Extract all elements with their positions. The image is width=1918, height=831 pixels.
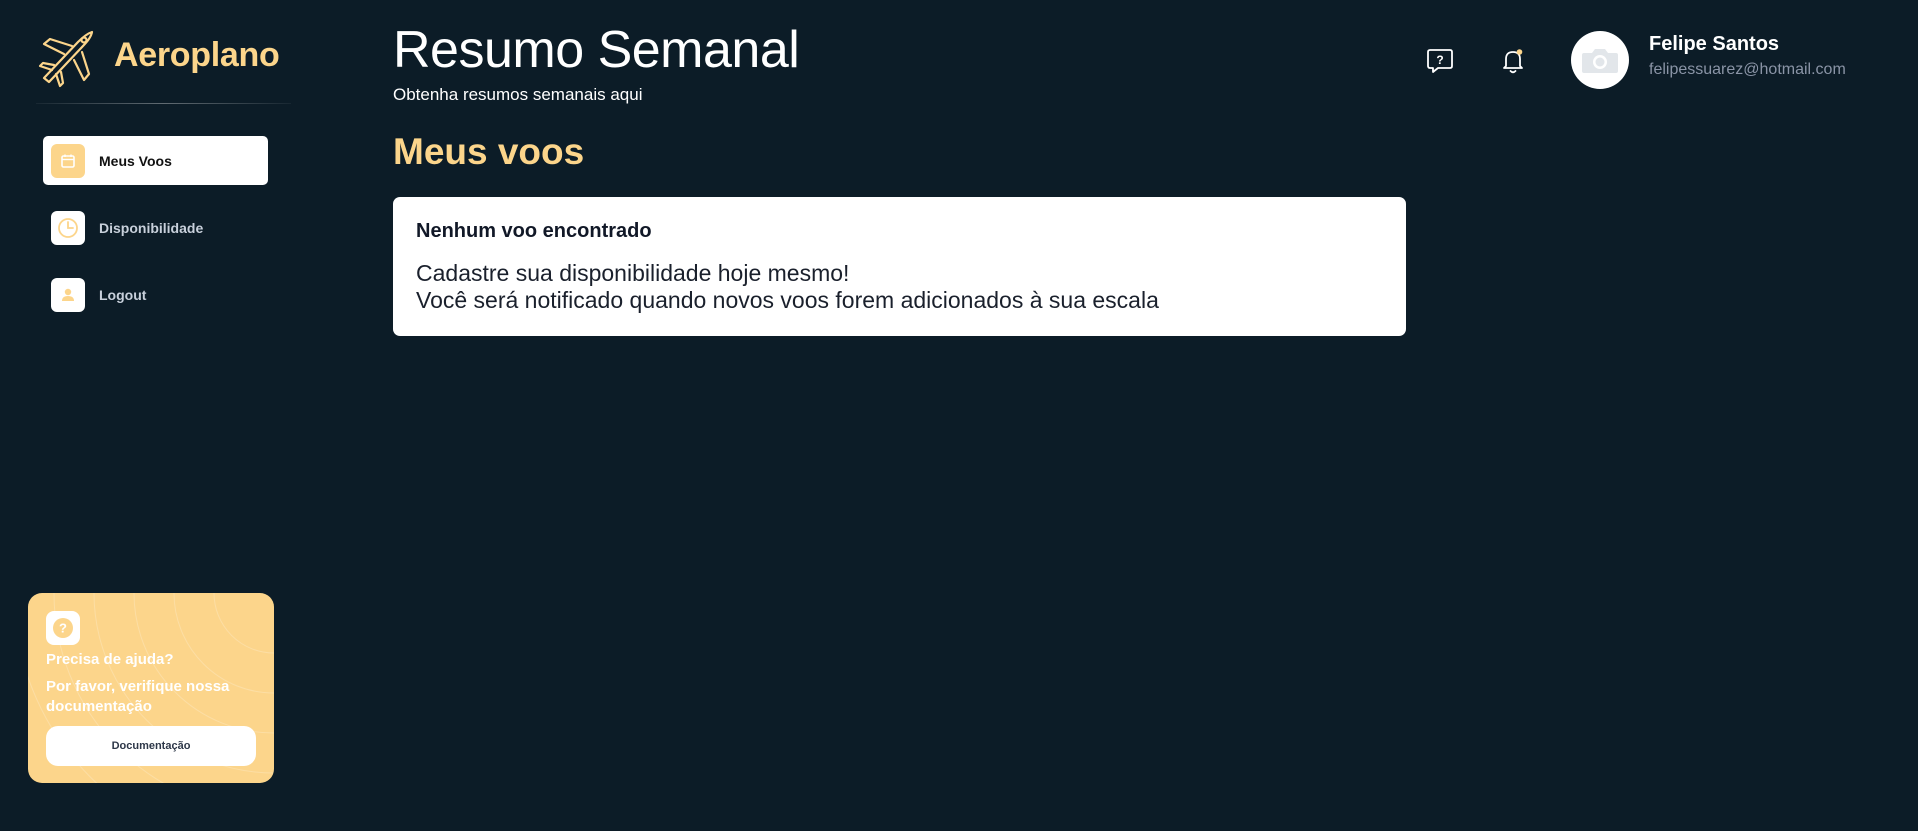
brand-name: Aeroplano [114, 36, 280, 74]
bell-icon[interactable] [1498, 46, 1528, 76]
section-title: Meus voos [393, 131, 585, 172]
divider [36, 103, 291, 104]
sidebar-item-disponibilidade[interactable]: Disponibilidade [43, 203, 268, 252]
brand-logo[interactable]: Aeroplano [34, 24, 280, 88]
sidebar-item-meus-voos[interactable]: Meus Voos [43, 136, 268, 185]
sidebar: Aeroplano Meus Voos Disponibilidade Logo… [0, 0, 300, 831]
svg-text:?: ? [1436, 53, 1443, 67]
help-title: Precisa de ajuda? [46, 651, 174, 668]
help-card: ? Precisa de ajuda? Por favor, verifique… [28, 593, 274, 783]
sidebar-item-label: Meus Voos [99, 152, 172, 169]
sidebar-item-label: Disponibilidade [99, 219, 204, 236]
help-text: Por favor, verifique nossa documentação [46, 678, 230, 715]
svg-text:?: ? [59, 621, 67, 636]
sidebar-item-label: Logout [99, 286, 147, 303]
empty-state-message: Você será notificado quando novos voos f… [416, 287, 1159, 313]
page-subtitle: Obtenha resumos semanais aqui [393, 85, 643, 104]
calendar-icon [51, 143, 85, 178]
user-name: Felipe Santos [1649, 33, 1780, 55]
sidebar-nav: Meus Voos Disponibilidade Logout [43, 136, 268, 337]
user-icon [51, 277, 85, 312]
empty-state-card: Nenhum voo encontrado Cadastre sua dispo… [393, 197, 1406, 336]
empty-state-title: Nenhum voo encontrado [416, 220, 652, 242]
question-icon: ? [46, 611, 80, 645]
sidebar-item-logout[interactable]: Logout [43, 270, 268, 319]
page-title: Resumo Semanal [393, 21, 800, 79]
documentation-button[interactable]: Documentação [46, 726, 256, 766]
camera-icon [1582, 49, 1618, 73]
avatar[interactable] [1571, 31, 1629, 89]
clock-icon [51, 210, 85, 245]
help-chat-icon[interactable]: ? [1425, 46, 1455, 76]
airplane-icon [38, 30, 94, 88]
user-email: felipessuarez@hotmail.com [1649, 61, 1846, 78]
empty-state-message: Cadastre sua disponibilidade hoje mesmo! [416, 260, 850, 286]
